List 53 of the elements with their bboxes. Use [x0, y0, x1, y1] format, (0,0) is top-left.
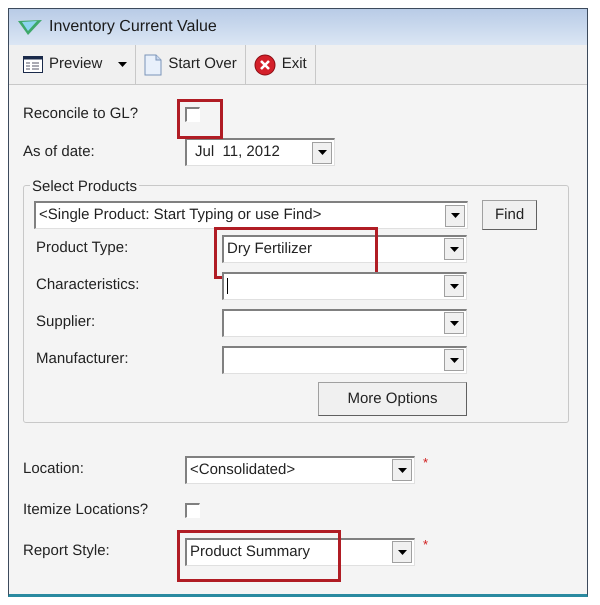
dropdown-button[interactable] [392, 541, 412, 563]
find-button[interactable]: Find [482, 200, 538, 230]
combo-value: <Consolidated> [190, 460, 296, 480]
dropdown-button[interactable] [444, 238, 464, 260]
combo-box[interactable]: Dry Fertilizer [222, 234, 467, 262]
caret-icon [450, 284, 458, 288]
field-label: Manufacturer: [35, 349, 130, 370]
combo-box[interactable]: <Single Product: Start Typing or use Find> [34, 201, 468, 229]
document-icon [144, 54, 162, 76]
field-label: Location: [23, 459, 85, 480]
caret-icon [118, 62, 128, 67]
dropdown-button[interactable] [444, 275, 464, 297]
toolbar-button[interactable]: Start Over [136, 45, 246, 84]
caret-icon [398, 550, 406, 554]
combo-box[interactable] [222, 346, 467, 374]
report-icon [23, 56, 43, 73]
checkbox[interactable] [185, 503, 200, 518]
toolbar-button[interactable]: Exit [246, 45, 316, 84]
checkbox[interactable] [185, 106, 200, 122]
field-label: Supplier: [35, 312, 96, 332]
required-mark: * [423, 536, 428, 554]
dropdown-button[interactable] [444, 349, 464, 371]
toolbar-button[interactable]: Preview [15, 45, 136, 84]
combo-value: <Single Product: Start Typing or use Find> [39, 205, 322, 226]
field-label: Characteristics: [35, 275, 140, 296]
combo-box[interactable]: <Consolidated> [185, 456, 415, 484]
dropdown-button[interactable] [312, 142, 332, 164]
dropdown-button[interactable] [392, 459, 412, 481]
date-picker[interactable]: Jul 11, 2012 [185, 138, 335, 166]
field-label: As of date: [23, 142, 96, 162]
window-title: Inventory Current Value [49, 17, 217, 37]
dropdown-button[interactable] [445, 204, 465, 226]
caret-icon [398, 468, 406, 472]
field-label: Report Style: [23, 541, 111, 562]
app-logo-icon [17, 18, 43, 36]
field-label: Product Type: [35, 238, 130, 258]
combo-box[interactable] [222, 308, 467, 336]
combo-value: Dry Fertilizer [227, 238, 312, 259]
caret-icon [450, 246, 458, 252]
dropdown-button[interactable] [444, 312, 464, 334]
required-mark: * [423, 454, 428, 472]
caret-icon [450, 358, 458, 362]
combo-box[interactable] [222, 272, 467, 300]
field-label: Reconcile to GL? [23, 104, 140, 124]
caret-icon [318, 150, 326, 155]
date-value: Jul 11, 2012 [195, 142, 281, 162]
caret-icon [450, 320, 458, 326]
more-options-button[interactable]: More Options [318, 382, 467, 416]
combo-box[interactable]: Product Summary [185, 538, 415, 566]
caret-icon [450, 213, 460, 218]
combo-value: Product Summary [190, 542, 310, 562]
field-label: Itemize Locations? [23, 500, 150, 520]
close-icon [254, 54, 276, 76]
